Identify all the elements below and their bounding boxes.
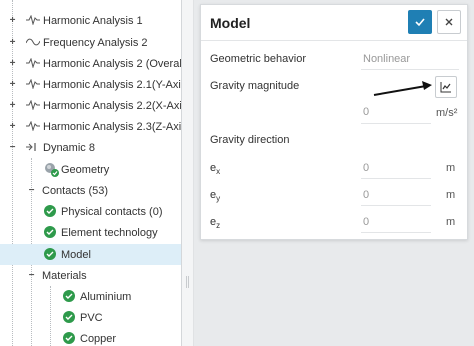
harmonic-analysis-icon [26,58,40,68]
geometric-behavior-label: Geometric behavior [210,53,306,65]
expand-icon[interactable]: + [8,122,17,132]
ex-unit: m [446,162,456,174]
tree-item-frequency-analysis-2[interactable]: + Frequency Analysis 2 [0,32,181,53]
ez-input[interactable]: 0 [363,216,369,228]
ex-label: ex [210,162,221,177]
check-circle-icon [44,205,56,217]
ey-label: ey [210,189,221,204]
collapse-icon[interactable]: − [8,143,17,153]
ey-input[interactable]: 0 [363,189,369,201]
ez-label: ez [210,216,221,231]
field-divider [361,232,431,233]
tree-item-contacts[interactable]: − Contacts (53) [0,180,181,201]
tree-item-label: Harmonic Analysis 2 (Overal... [43,57,182,70]
panel-title: Model [210,15,251,31]
tree-item-element-technology[interactable]: Element technology [0,222,181,243]
tree-item-harmonic-analysis-2-3[interactable]: + Harmonic Analysis 2.3(Z-Axi... [0,116,182,137]
harmonic-analysis-icon [26,100,40,110]
check-circle-icon [44,226,56,238]
gravity-magnitude-unit: m/s² [436,107,458,119]
check-circle-icon [63,290,75,302]
gravity-magnitude-input[interactable]: 0 [363,106,369,118]
check-icon [415,18,425,27]
tree-item-physical-contacts[interactable]: Physical contacts (0) [0,201,181,222]
field-divider [361,69,459,70]
tree-item-copper[interactable]: Copper [0,328,181,346]
tree-item-materials[interactable]: − Materials [0,265,181,286]
tree-item-label: Harmonic Analysis 1 [43,14,143,27]
simulation-tree: + Harmonic Analysis 1 + Frequency Analys… [0,0,182,346]
expand-icon[interactable]: + [8,16,17,26]
tree-item-label: PVC [80,311,103,324]
tree-item-label: Contacts (53) [42,184,109,197]
tree-item-harmonic-analysis-1[interactable]: + Harmonic Analysis 1 [0,10,181,31]
gravity-direction-label: Gravity direction [210,134,290,146]
tree-item-geometry[interactable]: Geometry [0,159,181,180]
line-chart-icon [440,82,451,93]
tree-item-label: Element technology [61,226,158,239]
frequency-analysis-icon [26,38,40,46]
field-divider [361,205,431,206]
panel-header: Model [201,5,467,41]
expand-icon[interactable]: + [8,59,17,69]
geometry-icon [45,163,59,177]
confirm-button[interactable] [408,10,432,34]
tree-item-label: Harmonic Analysis 2.1(Y-Axi... [43,78,182,91]
tree-item-aluminium[interactable]: Aluminium [0,286,181,307]
tree-item-harmonic-analysis-2-2[interactable]: + Harmonic Analysis 2.2(X-Axi... [0,95,182,116]
tree-item-label: Harmonic Analysis 2.3(Z-Axi... [43,120,182,133]
geometric-behavior-select[interactable]: Nonlinear [363,53,410,65]
tree-item-pvc[interactable]: PVC [0,307,181,328]
close-button[interactable] [437,10,461,34]
tree-item-label: Frequency Analysis 2 [43,36,148,49]
panel-resize-handle[interactable] [182,0,194,346]
tree-item-harmonic-analysis-2-1[interactable]: + Harmonic Analysis 2.1(Y-Axi... [0,74,182,95]
tree-item-label: Harmonic Analysis 2.2(X-Axi... [43,99,182,112]
field-divider [361,178,431,179]
gravity-magnitude-label: Gravity magnitude [210,80,300,92]
ex-input[interactable]: 0 [363,162,369,174]
expand-icon[interactable]: + [8,38,17,48]
tree-item-label: Geometry [61,163,110,176]
close-icon [445,18,453,26]
field-divider [361,123,431,124]
tree-item-label: Physical contacts (0) [61,205,163,218]
ez-unit: m [446,216,456,228]
tree-item-label: Materials [42,269,87,282]
expand-icon[interactable]: + [8,101,17,111]
tree-item-model[interactable]: Model [0,244,181,265]
model-settings-panel: Model Geometric behavior Nonlinear Gravi… [200,4,468,240]
tree-item-dynamic-8[interactable]: − Dynamic 8 [0,137,181,158]
harmonic-analysis-icon [26,79,40,89]
tree-item-label: Aluminium [80,290,132,303]
tree-item-label: Model [61,248,91,261]
expand-icon[interactable]: + [8,80,17,90]
check-circle-icon [63,332,75,344]
chart-button[interactable] [435,76,457,98]
dynamic-analysis-icon [26,143,36,151]
collapse-icon[interactable]: − [27,186,36,196]
tree-item-harmonic-analysis-2[interactable]: + Harmonic Analysis 2 (Overal... [0,53,182,74]
check-circle-icon [44,248,56,260]
harmonic-analysis-icon [26,121,40,131]
check-circle-icon [63,311,75,323]
tree-item-label: Copper [80,332,117,345]
collapse-icon[interactable]: − [27,271,36,281]
tree-item-label: Dynamic 8 [43,141,95,154]
ey-unit: m [446,189,456,201]
harmonic-analysis-icon [26,15,40,25]
resize-grip-icon [186,276,189,288]
